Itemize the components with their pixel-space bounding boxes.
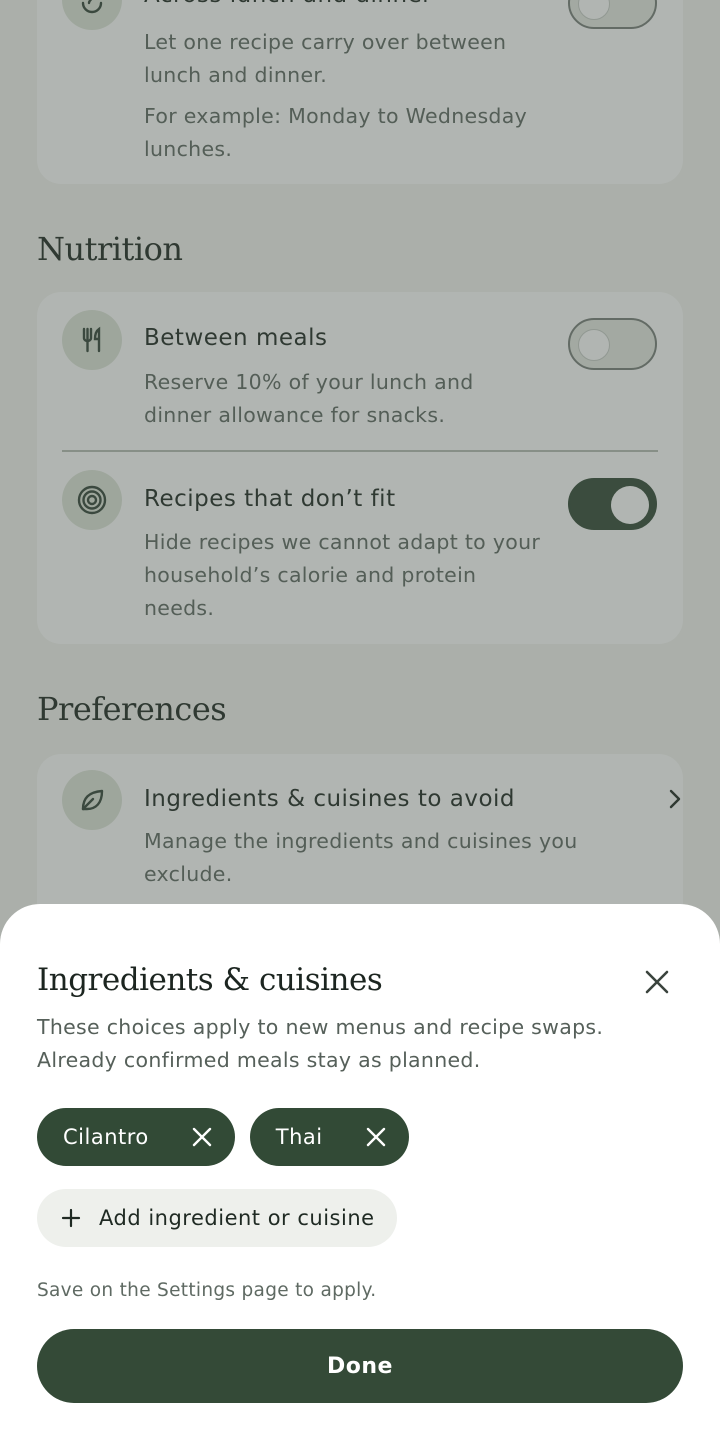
save-hint: Save on the Settings page to apply. — [37, 1280, 377, 1301]
ingredients-sheet: Ingredients & cuisines These choices app… — [0, 904, 720, 1440]
remove-chip-button[interactable] — [191, 1126, 213, 1148]
close-button[interactable] — [637, 962, 677, 1002]
chip-thai: Thai — [249, 1108, 409, 1166]
chip-label: Cilantro — [63, 1125, 149, 1149]
plus-icon — [61, 1208, 81, 1228]
chip-cilantro: Cilantro — [37, 1108, 235, 1166]
done-button[interactable]: Done — [37, 1329, 683, 1403]
close-icon — [645, 970, 669, 994]
sheet-description: These choices apply to new menus and rec… — [37, 1015, 604, 1072]
remove-chip-button[interactable] — [365, 1126, 387, 1148]
close-icon — [192, 1127, 211, 1147]
chip-list: Cilantro Thai — [37, 1108, 409, 1166]
add-ingredient-button[interactable]: Add ingredient or cuisine — [37, 1189, 397, 1247]
add-ingredient-label: Add ingredient or cuisine — [99, 1206, 375, 1230]
sheet-title: Ingredients & cuisines — [37, 962, 383, 998]
close-icon — [366, 1127, 385, 1147]
chip-label: Thai — [275, 1125, 323, 1149]
